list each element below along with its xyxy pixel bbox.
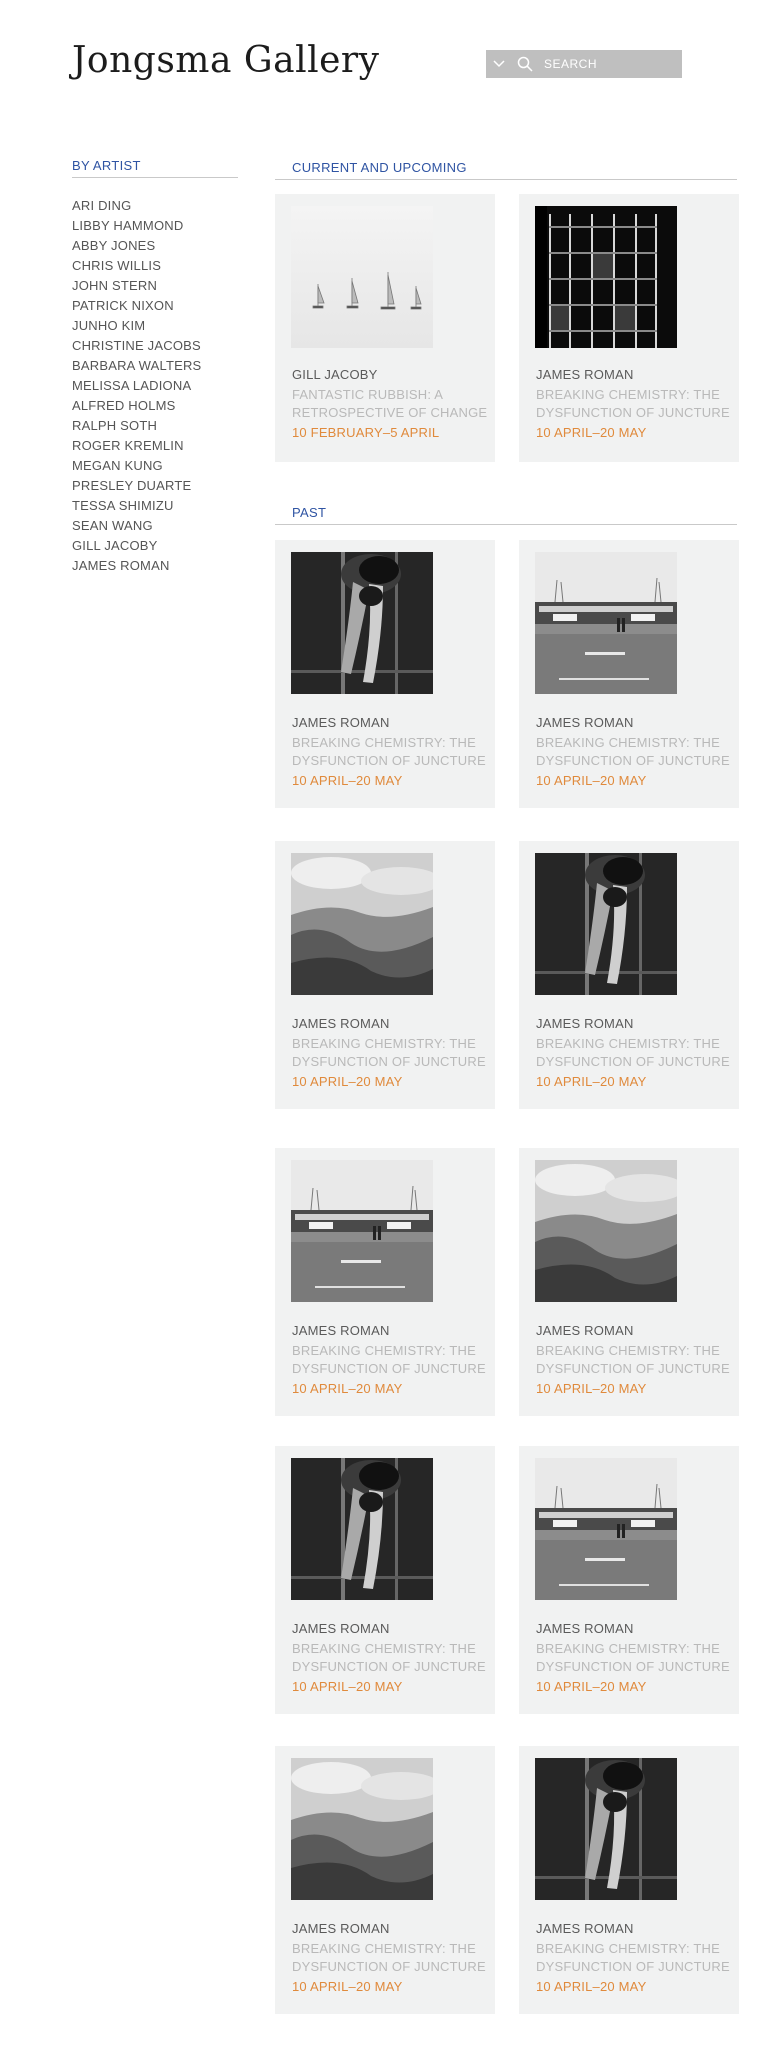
exhibition-card[interactable]: JAMES ROMAN BREAKING CHEMISTRY: THE DYSFU… <box>275 1148 495 1416</box>
exhibition-title: BREAKING CHEMISTRY: THE DYSFUNCTION OF J… <box>536 1036 730 1069</box>
artist-filter-link[interactable]: JAMES ROMAN <box>72 556 238 576</box>
exhibition-artist[interactable]: JAMES ROMAN <box>292 1620 492 1638</box>
exhibition-card[interactable]: JAMES ROMAN BREAKING CHEMISTRY: THE DYSFU… <box>275 841 495 1109</box>
exhibition-artist[interactable]: JAMES ROMAN <box>536 1920 736 1938</box>
exhibition-card[interactable]: JAMES ROMAN BREAKING CHEMISTRY: THE DYSFU… <box>519 1746 739 2014</box>
exhibition-image[interactable] <box>535 853 677 995</box>
exhibition-dates: 10 APRIL–20 MAY <box>536 1074 647 1089</box>
exhibition-artist[interactable]: JAMES ROMAN <box>536 366 736 384</box>
artist-filter-link[interactable]: PRESLEY DUARTE <box>72 476 238 496</box>
search-icon[interactable] <box>512 50 538 78</box>
exhibition-dates: 10 FEBRUARY–5 APRIL <box>292 425 440 440</box>
artist-filter-link[interactable]: BARBARA WALTERS <box>72 356 238 376</box>
artist-filter-link[interactable]: RALPH SOTH <box>72 416 238 436</box>
artist-filter-link[interactable]: ROGER KREMLIN <box>72 436 238 456</box>
exhibition-dates: 10 APRIL–20 MAY <box>536 425 647 440</box>
search-bar[interactable] <box>486 50 682 78</box>
exhibition-image[interactable] <box>291 1160 433 1302</box>
exhibition-title: BREAKING CHEMISTRY: THE DYSFUNCTION OF J… <box>292 1941 486 1974</box>
chevron-down-icon[interactable] <box>486 50 512 78</box>
exhibition-image[interactable] <box>535 206 677 348</box>
artist-filter-sidebar: BY ARTIST ARI DING LIBBY HAMMOND ABBY JONE… <box>72 158 238 576</box>
exhibition-dates: 10 APRIL–20 MAY <box>536 1679 647 1694</box>
exhibition-dates: 10 APRIL–20 MAY <box>292 1381 403 1396</box>
exhibition-image[interactable] <box>291 853 433 995</box>
exhibition-artist[interactable]: JAMES ROMAN <box>536 714 736 732</box>
exhibition-title: BREAKING CHEMISTRY: THE DYSFUNCTION OF J… <box>536 387 730 420</box>
exhibition-dates: 10 APRIL–20 MAY <box>536 1979 647 1994</box>
exhibition-dates: 10 APRIL–20 MAY <box>536 1381 647 1396</box>
exhibition-dates: 10 APRIL–20 MAY <box>536 773 647 788</box>
exhibition-dates: 10 APRIL–20 MAY <box>292 773 403 788</box>
exhibition-dates: 10 APRIL–20 MAY <box>292 1679 403 1694</box>
exhibition-artist[interactable]: JAMES ROMAN <box>292 714 492 732</box>
artist-list: ARI DING LIBBY HAMMOND ABBY JONES CHRIS WIL… <box>72 196 238 576</box>
exhibition-image[interactable] <box>291 1458 433 1600</box>
exhibition-card[interactable]: JAMES ROMAN BREAKING CHEMISTRY: THE DYSFU… <box>519 1446 739 1714</box>
exhibition-image[interactable] <box>291 206 433 348</box>
artist-filter-link[interactable]: JUNHO KIM <box>72 316 238 336</box>
artist-filter-link[interactable]: CHRISTINE JACOBS <box>72 336 238 356</box>
exhibition-card[interactable]: JAMES ROMAN BREAKING CHEMISTRY: THE DYSFU… <box>275 1746 495 2014</box>
exhibition-title: BREAKING CHEMISTRY: THE DYSFUNCTION OF J… <box>292 1036 486 1069</box>
exhibition-title: BREAKING CHEMISTRY: THE DYSFUNCTION OF J… <box>292 735 486 768</box>
exhibition-artist[interactable]: GILL JACOBY <box>292 366 492 384</box>
exhibition-card[interactable]: JAMES ROMAN BREAKING CHEMISTRY: THE DYSFU… <box>519 841 739 1109</box>
section-heading-current: CURRENT AND UPCOMING <box>275 160 737 180</box>
artist-filter-link[interactable]: MEGAN KUNG <box>72 456 238 476</box>
artist-filter-link[interactable]: JOHN STERN <box>72 276 238 296</box>
exhibition-card[interactable]: JAMES ROMAN BREAKING CHEMISTRY: THE DYSFU… <box>519 194 739 462</box>
exhibition-image[interactable] <box>291 1758 433 1900</box>
artist-filter-link[interactable]: MELISSA LADIONA <box>72 376 238 396</box>
exhibition-dates: 10 APRIL–20 MAY <box>292 1074 403 1089</box>
artist-filter-link[interactable]: GILL JACOBY <box>72 536 238 556</box>
exhibition-card[interactable]: JAMES ROMAN BREAKING CHEMISTRY: THE DYSFU… <box>519 540 739 808</box>
artist-filter-link[interactable]: CHRIS WILLIS <box>72 256 238 276</box>
artist-filter-link[interactable]: LIBBY HAMMOND <box>72 216 238 236</box>
exhibition-artist[interactable]: JAMES ROMAN <box>536 1015 736 1033</box>
gallery-logo[interactable]: Jongsma Gallery <box>72 40 379 81</box>
exhibition-image[interactable] <box>535 1160 677 1302</box>
search-input[interactable] <box>538 57 664 71</box>
exhibition-title: BREAKING CHEMISTRY: THE DYSFUNCTION OF J… <box>536 1641 730 1674</box>
artist-filter-link[interactable]: ABBY JONES <box>72 236 238 256</box>
exhibition-image[interactable] <box>291 552 433 694</box>
exhibition-artist[interactable]: JAMES ROMAN <box>292 1920 492 1938</box>
sidebar-heading: BY ARTIST <box>72 158 238 178</box>
exhibition-title: BREAKING CHEMISTRY: THE DYSFUNCTION OF J… <box>292 1641 486 1674</box>
exhibition-artist[interactable]: JAMES ROMAN <box>292 1322 492 1340</box>
artist-filter-link[interactable]: ALFRED HOLMS <box>72 396 238 416</box>
artist-filter-link[interactable]: PATRICK NIXON <box>72 296 238 316</box>
exhibition-image[interactable] <box>535 552 677 694</box>
exhibition-image[interactable] <box>535 1758 677 1900</box>
exhibition-artist[interactable]: JAMES ROMAN <box>292 1015 492 1033</box>
exhibition-title: BREAKING CHEMISTRY: THE DYSFUNCTION OF J… <box>536 1343 730 1376</box>
exhibition-title: FANTASTIC RUBBISH: A RETROSPECTIVE OF CH… <box>292 387 488 420</box>
exhibition-card[interactable]: GILL JACOBY FANTASTIC RUBBISH: A RETROSPE… <box>275 194 495 462</box>
exhibition-dates: 10 APRIL–20 MAY <box>292 1979 403 1994</box>
exhibition-title: BREAKING CHEMISTRY: THE DYSFUNCTION OF J… <box>536 1941 730 1974</box>
exhibition-card[interactable]: JAMES ROMAN BREAKING CHEMISTRY: THE DYSFU… <box>275 1446 495 1714</box>
exhibition-title: BREAKING CHEMISTRY: THE DYSFUNCTION OF J… <box>536 735 730 768</box>
exhibition-artist[interactable]: JAMES ROMAN <box>536 1322 736 1340</box>
exhibition-card[interactable]: JAMES ROMAN BREAKING CHEMISTRY: THE DYSFU… <box>519 1148 739 1416</box>
section-heading-past: PAST <box>275 505 737 525</box>
artist-filter-link[interactable]: SEAN WANG <box>72 516 238 536</box>
exhibition-artist[interactable]: JAMES ROMAN <box>536 1620 736 1638</box>
exhibition-image[interactable] <box>535 1458 677 1600</box>
exhibition-title: BREAKING CHEMISTRY: THE DYSFUNCTION OF J… <box>292 1343 486 1376</box>
exhibition-card[interactable]: JAMES ROMAN BREAKING CHEMISTRY: THE DYSFU… <box>275 540 495 808</box>
artist-filter-link[interactable]: ARI DING <box>72 196 238 216</box>
artist-filter-link[interactable]: TESSA SHIMIZU <box>72 496 238 516</box>
